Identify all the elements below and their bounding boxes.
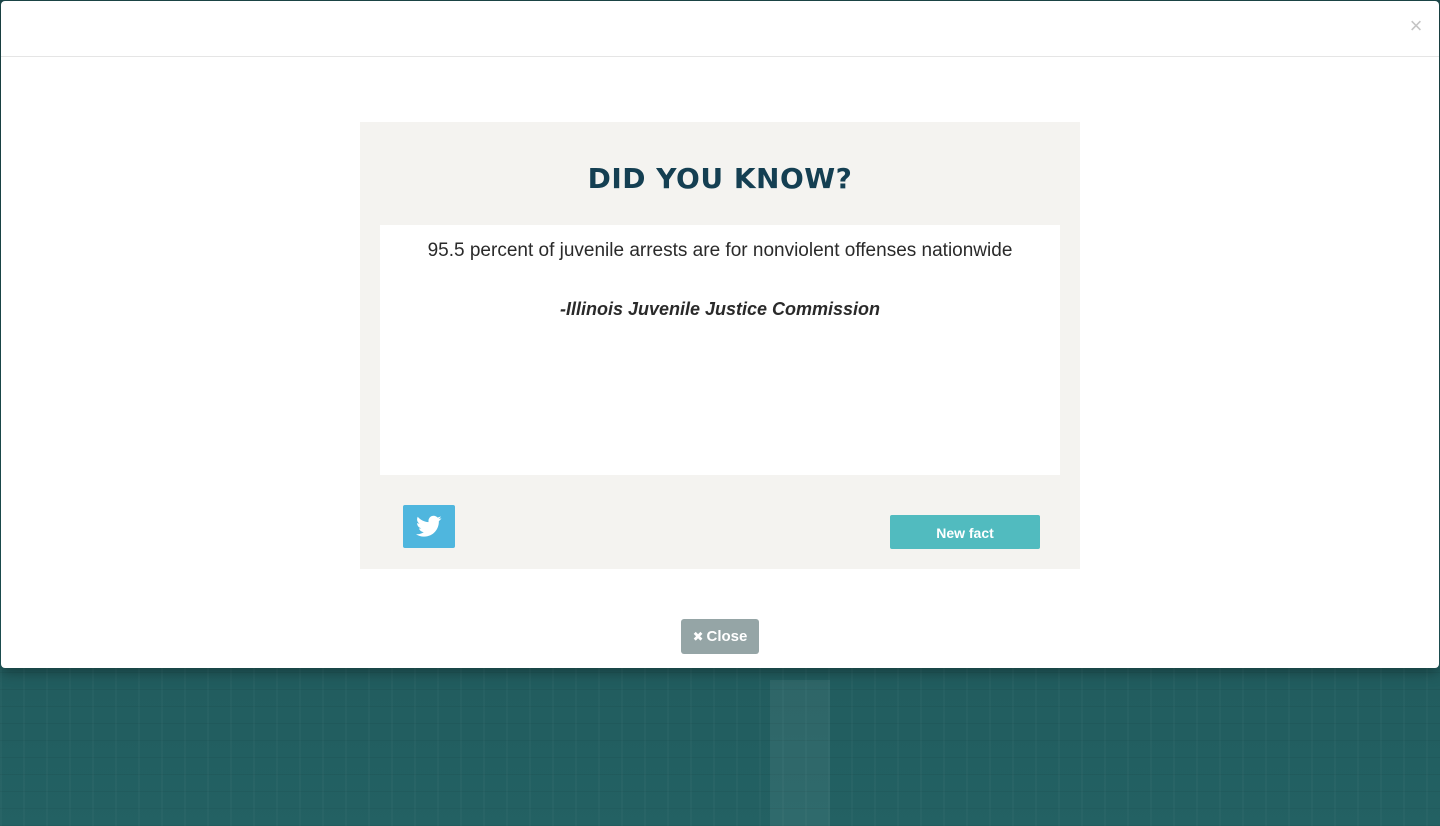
close-button[interactable]: ✖ Close xyxy=(681,619,759,654)
fact-box: 95.5 percent of juvenile arrests are for… xyxy=(380,225,1060,475)
background-city-image xyxy=(0,668,1440,826)
fact-title: DID YOU KNOW? xyxy=(587,162,853,195)
close-icon: ✖ xyxy=(692,629,704,644)
modal-header: × xyxy=(1,1,1439,57)
twitter-share-button[interactable] xyxy=(403,505,455,548)
fact-modal: × DID YOU KNOW? 95.5 percent of juvenile… xyxy=(1,1,1439,668)
modal-close-icon[interactable]: × xyxy=(1407,14,1425,38)
fact-card: DID YOU KNOW? 95.5 percent of juvenile a… xyxy=(360,122,1080,569)
close-button-label: Close xyxy=(706,628,748,645)
background-highlight xyxy=(770,680,830,826)
fact-text: 95.5 percent of juvenile arrests are for… xyxy=(427,240,1013,261)
new-fact-button[interactable]: New fact xyxy=(890,515,1040,549)
twitter-bird-icon xyxy=(416,515,442,537)
fact-source: -Illinois Juvenile Justice Commission xyxy=(559,299,881,319)
